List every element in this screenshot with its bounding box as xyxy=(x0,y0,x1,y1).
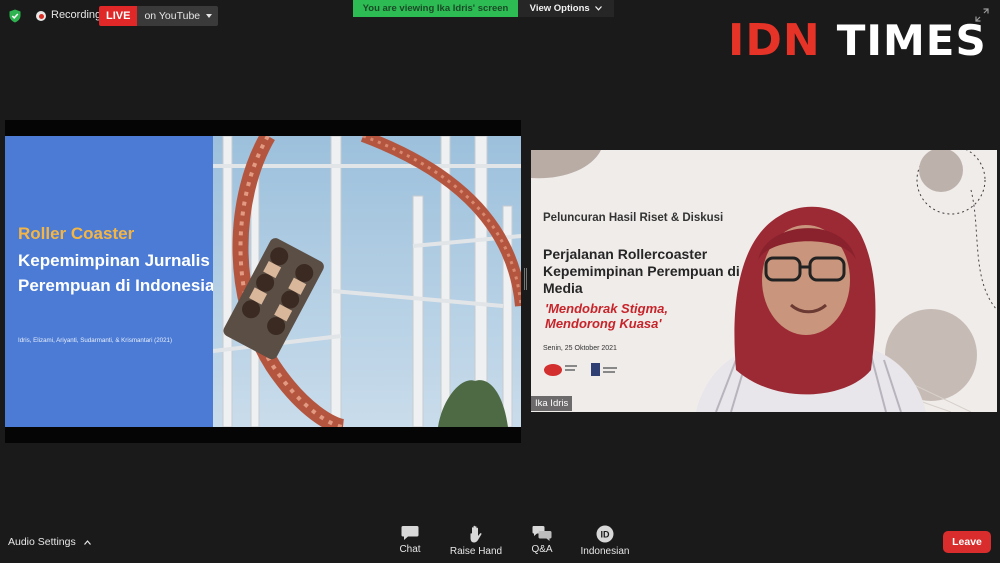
background-tagline: 'Mendobrak Stigma, Mendorong Kuasa' xyxy=(545,301,668,331)
logo-idn: IDN xyxy=(728,14,821,66)
slide-title-panel: Roller Coaster Kepemimpinan Jurnalis Per… xyxy=(5,136,215,427)
slide-title-accent: Roller Coaster xyxy=(18,224,135,243)
language-badge: ID xyxy=(601,530,611,540)
idn-times-logo: IDN TIMES xyxy=(728,14,987,66)
participant-name-tag: Ika Idris xyxy=(531,396,573,411)
chat-icon xyxy=(401,526,419,540)
language-label: Indonesian xyxy=(580,546,630,557)
chevron-down-icon xyxy=(595,6,603,11)
recording-label: Recording xyxy=(51,9,102,21)
qa-label: Q&A xyxy=(531,544,553,555)
slide-authors: Idris, Elizami, Ariyanti, Sudarmanti, & … xyxy=(18,337,173,344)
view-options-button[interactable]: View Options xyxy=(518,0,614,17)
live-badge: LIVE xyxy=(99,6,138,26)
live-target-label: on YouTube xyxy=(144,10,201,22)
sponsor-logos xyxy=(544,363,617,376)
speaker-figure xyxy=(696,206,926,412)
audio-settings-label: Audio Settings xyxy=(8,536,76,548)
leave-button[interactable]: Leave xyxy=(943,531,991,553)
language-globe-icon: ID xyxy=(596,525,614,543)
screen-share-banner: You are viewing Ika Idris' screen xyxy=(353,0,518,17)
language-interpretation-button[interactable]: ID Indonesian xyxy=(572,525,638,557)
chat-button[interactable]: Chat xyxy=(377,525,443,555)
live-stream-control[interactable]: LIVE on YouTube xyxy=(99,6,219,26)
panel-splitter-handle[interactable] xyxy=(524,268,527,290)
logo-times: TIMES xyxy=(836,15,987,65)
chat-label: Chat xyxy=(399,544,421,555)
recording-icon xyxy=(36,11,46,21)
raise-hand-button[interactable]: Raise Hand xyxy=(443,525,509,557)
roller-coaster-photo xyxy=(213,136,521,427)
security-shield-icon[interactable] xyxy=(8,9,22,23)
view-options-label: View Options xyxy=(529,3,590,14)
presentation-slide: Roller Coaster Kepemimpinan Jurnalis Per… xyxy=(5,136,521,427)
raise-hand-icon xyxy=(470,525,482,543)
qa-icon xyxy=(532,526,552,541)
chevron-up-icon xyxy=(83,539,91,545)
participant-video[interactable]: Peluncuran Hasil Riset & Diskusi Perjala… xyxy=(531,150,997,412)
live-target-dropdown[interactable]: on YouTube xyxy=(137,6,219,26)
background-date: Senin, 25 Oktober 2021 xyxy=(543,345,617,352)
qa-button[interactable]: Q&A xyxy=(509,525,575,555)
slide-title-main: Kepemimpinan Jurnalis Perempuan di Indon… xyxy=(18,251,215,295)
caret-down-icon xyxy=(206,13,213,18)
raise-hand-label: Raise Hand xyxy=(449,546,503,557)
audio-settings-button[interactable]: Audio Settings xyxy=(8,536,91,548)
